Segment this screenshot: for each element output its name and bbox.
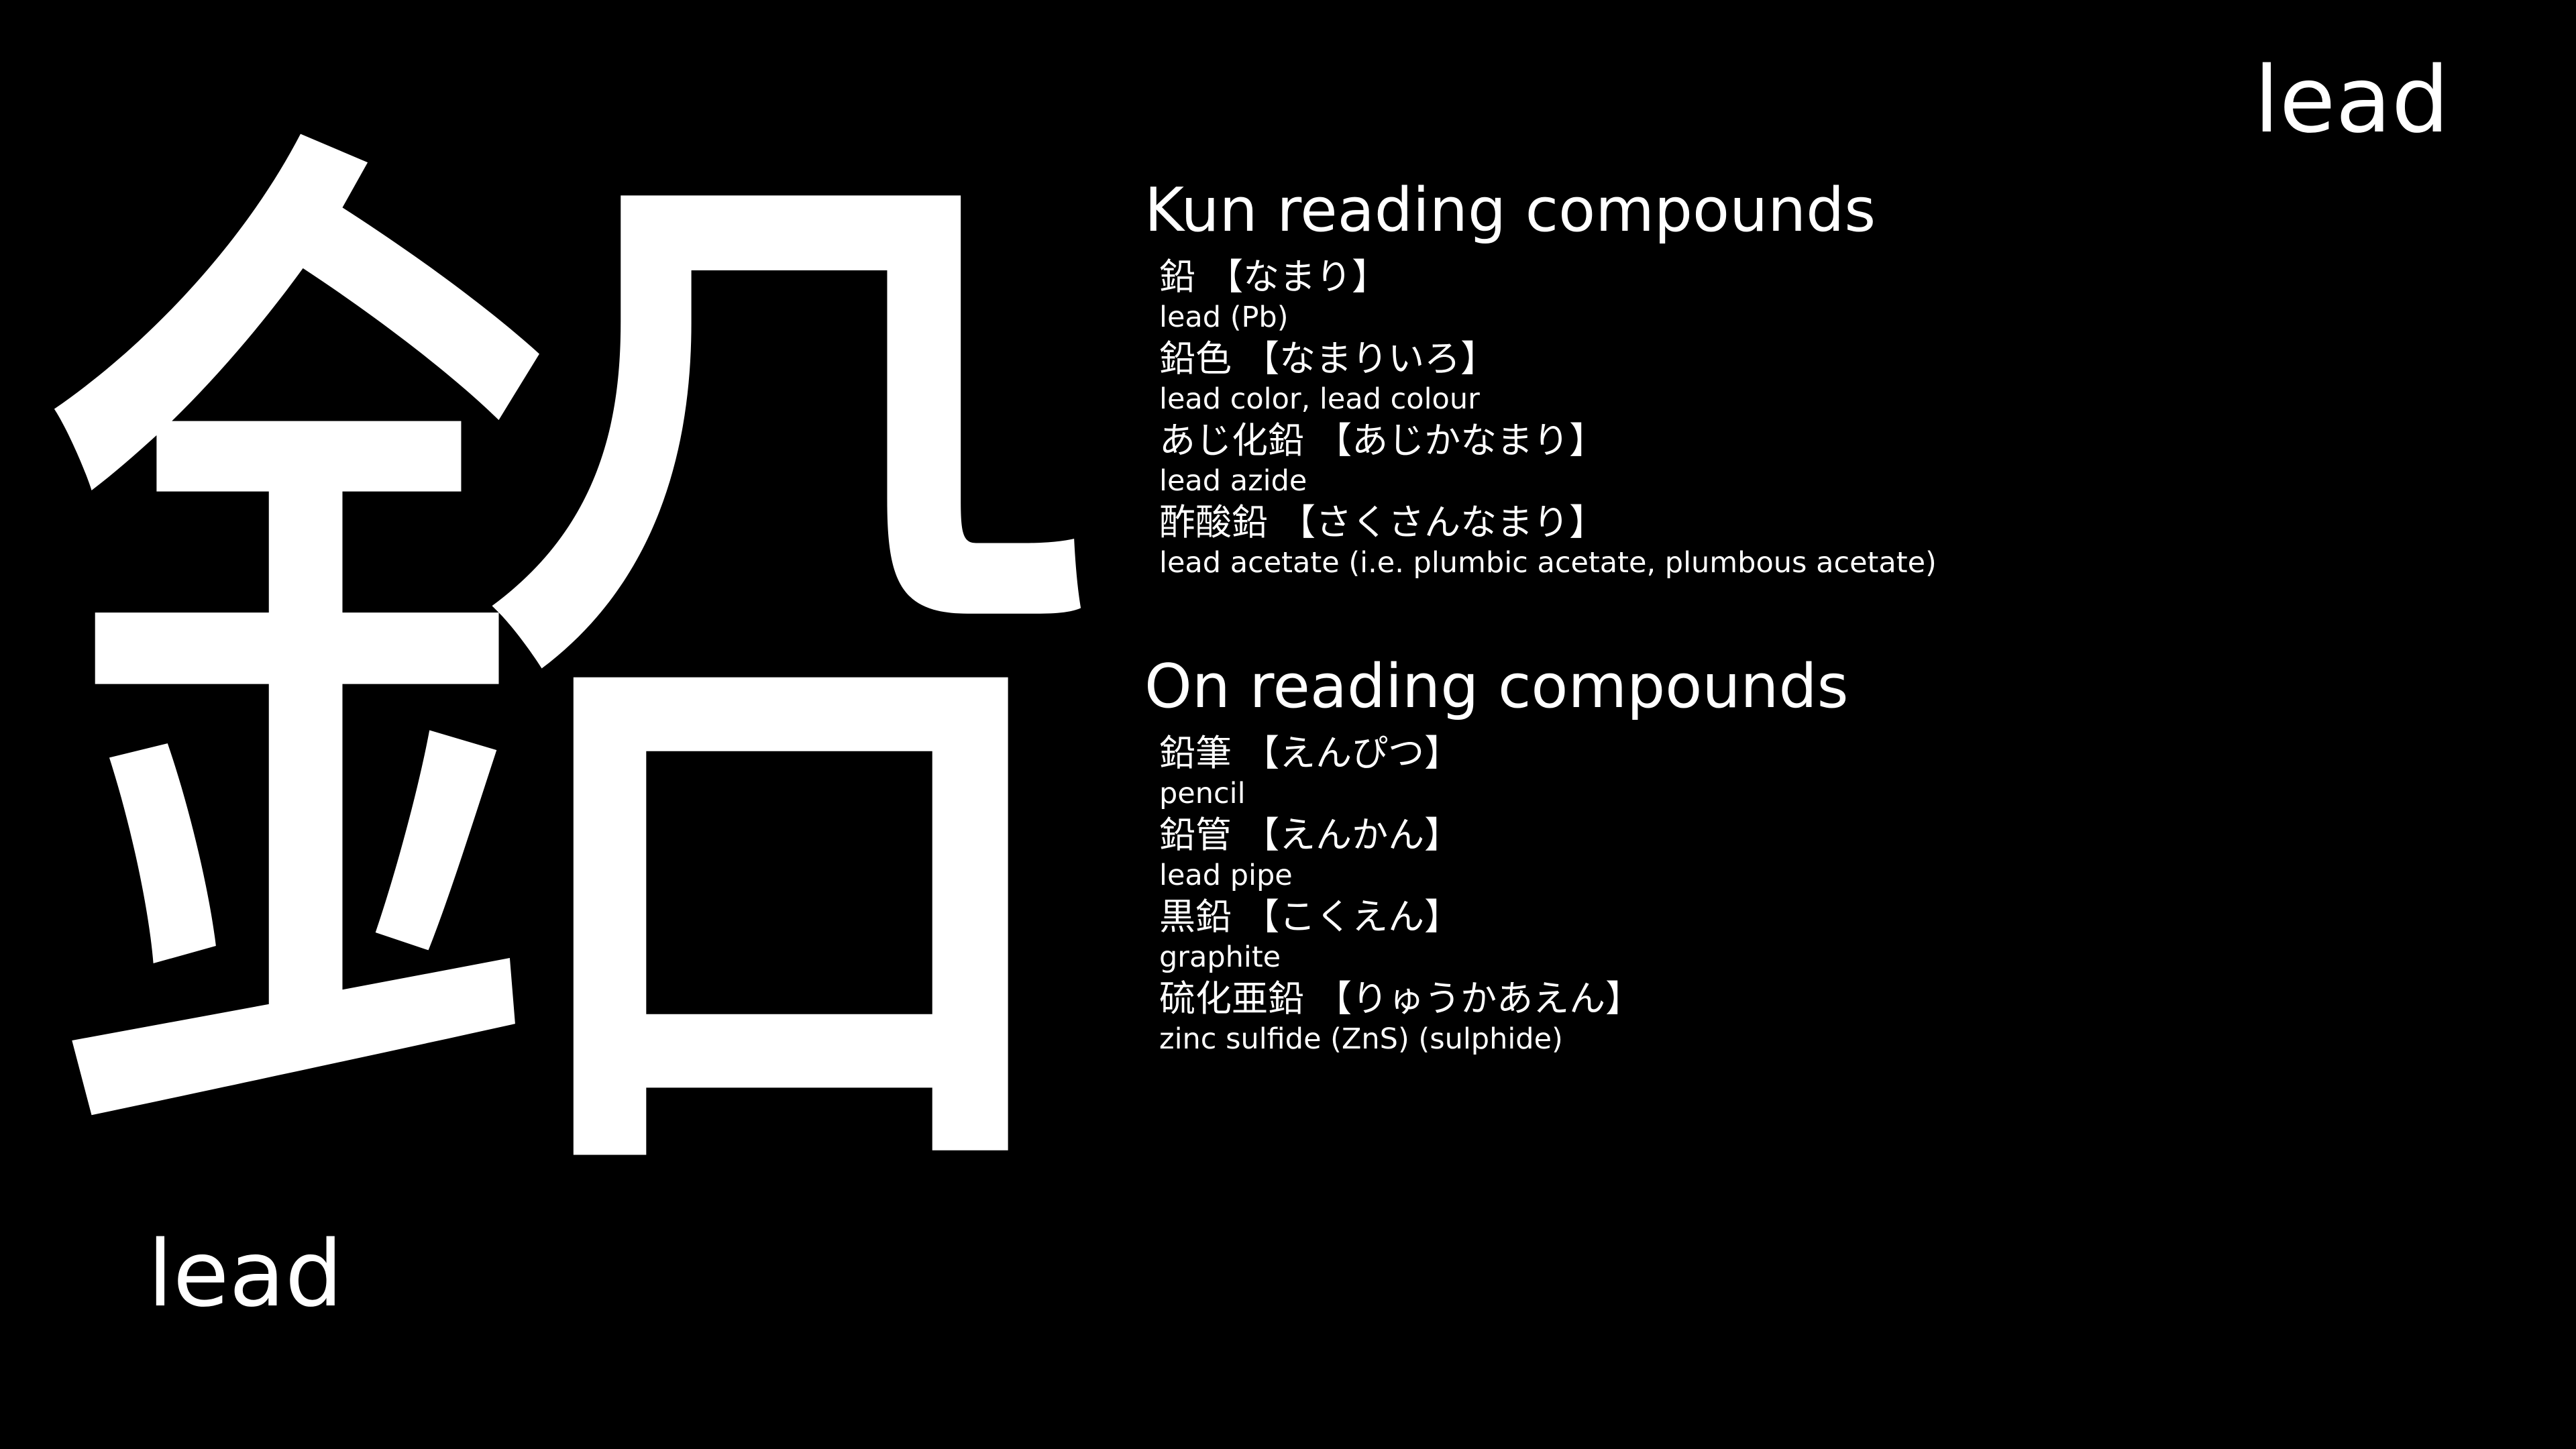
compound-item: 酢酸鉛 【さくさんなまり】 lead acetate (i.e. plumbic… (1159, 500, 2486, 582)
compound-reading: 【こくえん】 (1243, 896, 1461, 938)
compound-meaning: graphite (1159, 941, 1281, 974)
compound-term: 硫化亜鉛 【りゅうかあえん】 (1159, 976, 2486, 1022)
compound-reading: 【りゅうかあえん】 (1316, 977, 1642, 1020)
on-reading-section: On reading compounds 鉛筆 【えんぴつ】 pencil 鉛管… (1144, 647, 2486, 1058)
compound-reading: 【えんかん】 (1243, 814, 1461, 856)
compound-reading: 【なまり】 (1207, 256, 1389, 298)
compound-meaning: lead color, lead colour (1159, 382, 1480, 416)
compound-word: 酢酸鉛 (1159, 501, 1268, 543)
compound-item: 黒鉛 【こくえん】 graphite (1159, 894, 2486, 976)
kanji-character: 鉛 (20, 44, 1120, 1324)
compound-word: 鉛筆 (1159, 732, 1232, 774)
compound-meaning: lead pipe (1159, 859, 1293, 892)
compound-term: 酢酸鉛 【さくさんなまり】 (1159, 500, 2486, 545)
compound-word: 鉛色 (1159, 337, 1232, 380)
compound-meaning: zinc sulfide (ZnS) (sulphide) (1159, 1022, 1563, 1056)
compound-word: 黒鉛 (1159, 896, 1232, 938)
compound-item: 鉛筆 【えんぴつ】 pencil (1159, 731, 2486, 812)
compound-item: 鉛 【なまり】 lead (Pb) (1159, 254, 2486, 336)
compound-item: 鉛管 【えんかん】 lead pipe (1159, 812, 2486, 894)
compound-term: 鉛 【なまり】 (1159, 254, 2486, 300)
kun-reading-section: Kun reading compounds 鉛 【なまり】 lead (Pb) … (1144, 171, 2486, 582)
compound-item: 鉛色 【なまりいろ】 lead color, lead colour (1159, 336, 2486, 418)
compound-reading: 【あじかなまり】 (1316, 419, 1606, 462)
compound-word: 鉛 (1159, 256, 1195, 298)
compound-item: 硫化亜鉛 【りゅうかあえん】 zinc sulfide (ZnS) (sulph… (1159, 976, 2486, 1058)
compound-item: あじ化鉛 【あじかなまり】 lead azide (1159, 418, 2486, 500)
compound-word: 硫化亜鉛 (1159, 977, 1304, 1020)
on-section-title: On reading compounds (1144, 651, 1849, 722)
compound-meaning: lead (Pb) (1159, 301, 1289, 334)
kanji-meaning-top: lead (2254, 48, 2450, 154)
kanji-meaning-bottom: lead (148, 1222, 343, 1328)
compound-reading: 【さくさんなまり】 (1279, 501, 1606, 543)
compound-word: あじ化鉛 (1159, 419, 1304, 462)
kun-section-title: Kun reading compounds (1144, 175, 1876, 246)
compound-term: 鉛色 【なまりいろ】 (1159, 336, 2486, 382)
compound-term: 鉛管 【えんかん】 (1159, 812, 2486, 858)
compound-reading: 【なまりいろ】 (1243, 337, 1497, 380)
compound-term: 黒鉛 【こくえん】 (1159, 894, 2486, 940)
compound-meaning: lead azide (1159, 464, 1307, 498)
compound-meaning: pencil (1159, 777, 1246, 810)
compound-term: 鉛筆 【えんぴつ】 (1159, 731, 2486, 776)
compound-term: あじ化鉛 【あじかなまり】 (1159, 418, 2486, 464)
compound-word: 鉛管 (1159, 814, 1232, 856)
compound-reading: 【えんぴつ】 (1243, 732, 1461, 774)
compound-meaning: lead acetate (i.e. plumbic acetate, plum… (1159, 546, 1937, 580)
